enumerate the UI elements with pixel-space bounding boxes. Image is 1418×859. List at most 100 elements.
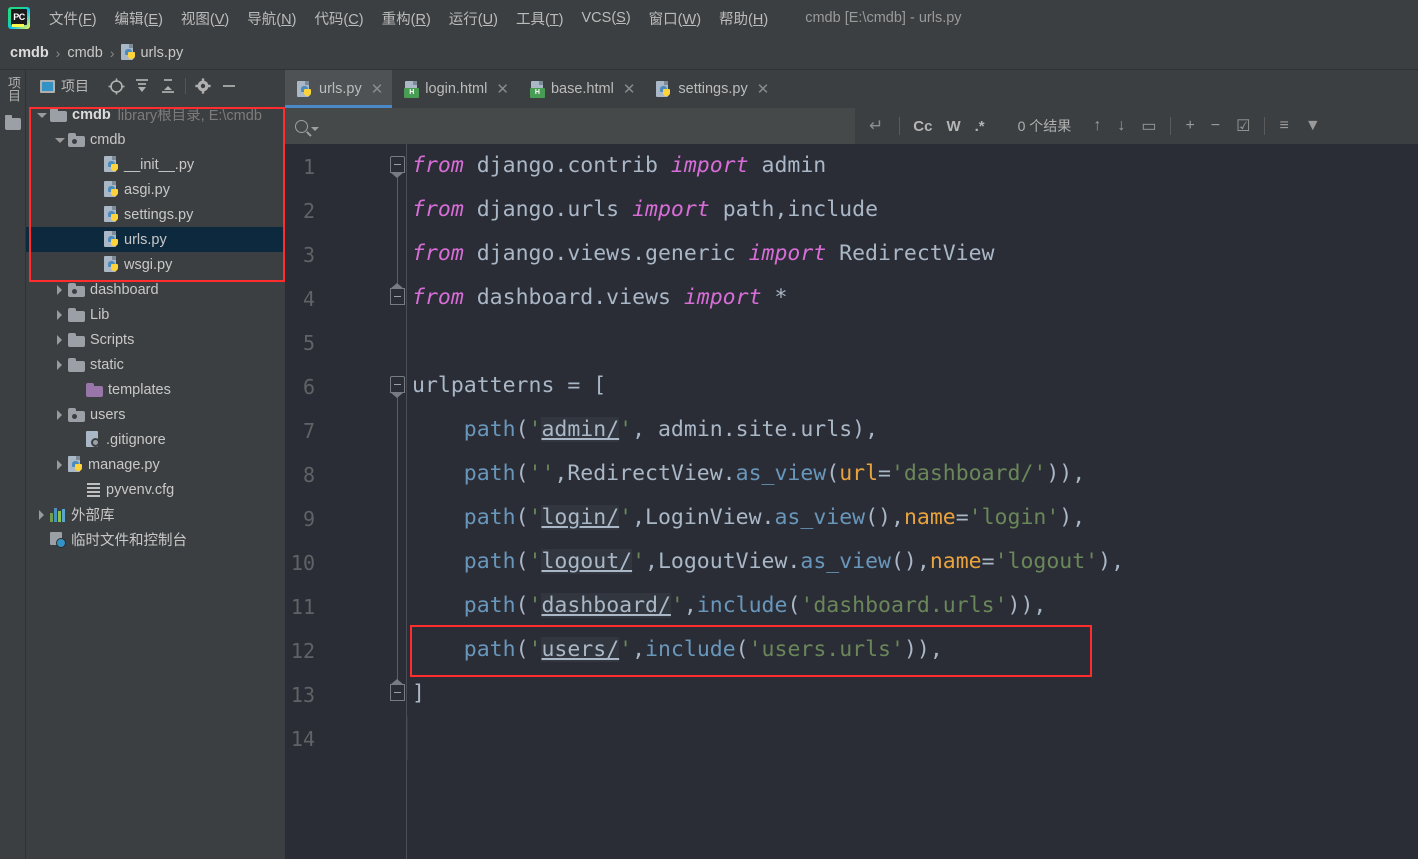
code-line-8[interactable]: path('',RedirectView.as_view(url='dashbo… — [408, 452, 1085, 496]
code-text[interactable]: from django.contrib import admin from dja… — [408, 144, 1418, 859]
tree-item---init---py[interactable]: __init__.py — [26, 152, 285, 177]
menu-item-5[interactable]: 重构(R) — [373, 5, 440, 32]
editor-tab-base-html[interactable]: Hbase.html ✕ — [518, 70, 644, 108]
tree-item-manage-py[interactable]: manage.py — [26, 452, 285, 477]
line-number: 8 — [302, 463, 315, 487]
menu-item-1[interactable]: 编辑(E) — [106, 5, 172, 32]
words-toggle[interactable]: W — [939, 116, 967, 137]
menu-item-7[interactable]: 工具(T) — [507, 5, 573, 32]
code-token: )), — [1046, 461, 1086, 486]
regex-toggle[interactable]: .* — [968, 116, 992, 137]
settings-gear-icon[interactable] — [190, 74, 216, 98]
close-icon[interactable]: ✕ — [623, 82, 636, 97]
tree-item-pyvenv-cfg[interactable]: pyvenv.cfg — [26, 477, 285, 502]
menu-item-3[interactable]: 导航(N) — [238, 5, 305, 32]
tree-item-label: cmdb — [72, 106, 111, 123]
code-token: django.contrib — [476, 153, 671, 178]
code-line-12[interactable]: path('users/',include('users.urls')), — [408, 628, 943, 672]
chevron-right-icon[interactable] — [54, 334, 66, 346]
tree-item----[interactable]: 外部库 — [26, 502, 285, 527]
tree-item-scripts[interactable]: Scripts — [26, 327, 285, 352]
chevron-right-icon[interactable] — [54, 409, 66, 421]
menu-item-2[interactable]: 视图(V) — [172, 5, 238, 32]
add-selection-icon[interactable]: + — [1177, 117, 1202, 135]
folder-icon — [68, 307, 85, 322]
tree-item-static[interactable]: static — [26, 352, 285, 377]
breadcrumb-item-0[interactable]: cmdb — [10, 45, 49, 61]
expand-all-icon[interactable] — [129, 74, 155, 98]
chevron-right-icon[interactable] — [54, 284, 66, 296]
fold-marker[interactable] — [390, 283, 405, 305]
folder-icon[interactable] — [5, 115, 21, 130]
filter-icon[interactable]: ▼ — [1297, 117, 1329, 135]
fold-marker[interactable] — [390, 679, 405, 701]
select-all-occurrences-icon[interactable]: ☑ — [1228, 116, 1258, 136]
find-next-icon[interactable]: ↓ — [1109, 117, 1133, 135]
editor-tab-settings-py[interactable]: settings.py ✕ — [644, 70, 778, 108]
editor-tab-login-html[interactable]: Hlogin.html ✕ — [392, 70, 518, 108]
code-line-9[interactable]: path('login/',LoginView.as_view(),name='… — [408, 496, 1085, 540]
code-line-7[interactable]: path('admin/', admin.site.urls), — [408, 408, 878, 452]
hide-panel-icon[interactable] — [216, 74, 242, 98]
chevron-right-icon[interactable] — [54, 459, 66, 471]
code-line-11[interactable]: path('dashboard/',include('dashboard.url… — [408, 584, 1046, 628]
chevron-down-icon[interactable] — [54, 134, 66, 146]
code-line-4[interactable]: from dashboard.views import * — [408, 276, 787, 320]
tool-window-button-project[interactable]: 项目 — [3, 76, 23, 102]
multiline-icon[interactable]: ≡ — [1271, 117, 1296, 135]
tree-item--gitignore[interactable]: .gitignore — [26, 427, 285, 452]
tree-item-cmdb[interactable]: cmdb library根目录, E:\cmdb — [26, 102, 285, 127]
tree-item-wsgi-py[interactable]: wsgi.py — [26, 252, 285, 277]
menu-item-9[interactable]: 窗口(W) — [640, 5, 710, 32]
match-case-toggle[interactable]: Cc — [906, 116, 939, 137]
code-line-3[interactable]: from django.views.generic import Redirec… — [408, 232, 995, 276]
pycharm-window: PC 文件(F) 编辑(E) 视图(V) 导航(N) 代码(C) 重构(R) 运行(U) 工具… — [0, 0, 1418, 859]
code-line-13[interactable]: ] — [408, 672, 425, 716]
tree-item-users[interactable]: users — [26, 402, 285, 427]
tree-item-urls-py[interactable]: urls.py — [26, 227, 285, 252]
chevron-down-icon[interactable] — [311, 126, 319, 131]
chevron-down-icon[interactable] — [36, 109, 48, 121]
tree-item-dashboard[interactable]: dashboard — [26, 277, 285, 302]
code-editor[interactable]: 1 2 3 4 5 6 7 8 9 10 11 12 13 14 from django.contrib … — [285, 144, 1418, 859]
chevron-right-icon[interactable] — [54, 359, 66, 371]
remove-selection-icon[interactable]: − — [1203, 117, 1228, 135]
tree-item---------[interactable]: 临时文件和控制台 — [26, 527, 285, 552]
select-opened-file-icon[interactable] — [103, 74, 129, 98]
chevron-right-icon[interactable] — [36, 509, 48, 521]
close-icon[interactable]: ✕ — [371, 82, 384, 97]
tree-item-cmdb[interactable]: cmdb — [26, 127, 285, 152]
tree-item-lib[interactable]: Lib — [26, 302, 285, 327]
code-folding-strip[interactable] — [387, 144, 407, 859]
menu-item-10[interactable]: 帮助(H) — [710, 5, 777, 32]
close-icon[interactable]: ✕ — [757, 82, 770, 97]
open-in-find-window-icon[interactable]: ▭ — [1133, 116, 1164, 136]
collapse-all-icon[interactable] — [155, 74, 181, 98]
code-line-2[interactable]: from django.urls import path,include — [408, 188, 878, 232]
menu-item-8[interactable]: VCS(S) — [573, 7, 640, 29]
code-line-6[interactable]: urlpatterns = [ — [408, 364, 606, 408]
chevron-right-icon[interactable] — [54, 309, 66, 321]
menu-item-6[interactable]: 运行(U) — [440, 5, 507, 32]
menu-item-4[interactable]: 代码(C) — [305, 5, 372, 32]
tree-item-asgi-py[interactable]: asgi.py — [26, 177, 285, 202]
editor-tab-urls-py[interactable]: urls.py ✕ — [285, 70, 393, 108]
project-tree[interactable]: cmdb library根目录, E:\cmdb cmdb __init__.py as… — [26, 102, 285, 859]
breadcrumb-item-2[interactable]: urls.py — [121, 44, 183, 61]
code-line-1[interactable]: from django.contrib import admin — [408, 144, 826, 188]
menu-item-0[interactable]: 文件(F) — [40, 5, 106, 32]
fold-marker[interactable] — [390, 156, 405, 178]
fold-region-line — [397, 393, 398, 684]
find-previous-icon[interactable]: ↑ — [1085, 117, 1109, 135]
fold-marker[interactable] — [390, 376, 405, 398]
search-input[interactable] — [285, 108, 855, 144]
tree-item-templates[interactable]: templates — [26, 377, 285, 402]
code-line-10[interactable]: path('logout/',LogoutView.as_view(),name… — [408, 540, 1124, 584]
search-text-field[interactable] — [327, 117, 807, 135]
breadcrumb-item-1[interactable]: cmdb — [67, 45, 102, 61]
new-line-icon[interactable]: ↵ — [869, 116, 883, 136]
tree-item-settings-py[interactable]: settings.py — [26, 202, 285, 227]
code-token: url — [839, 461, 879, 486]
close-icon[interactable]: ✕ — [496, 82, 509, 97]
